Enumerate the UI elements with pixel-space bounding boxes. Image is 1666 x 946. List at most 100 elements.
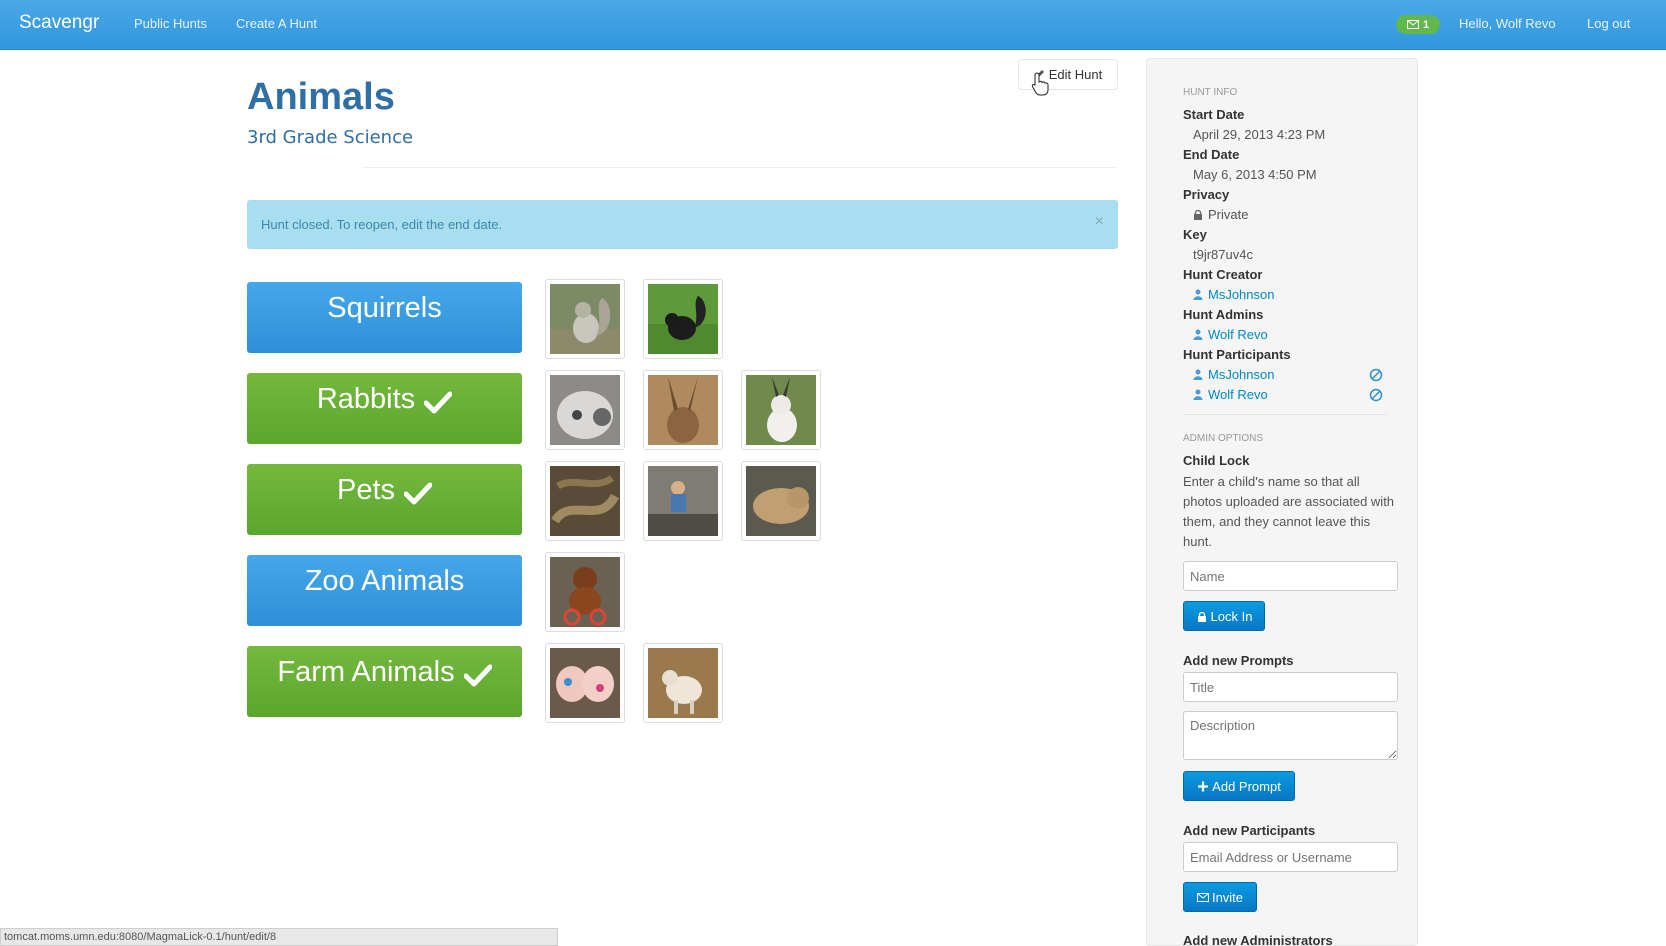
start-date-value: April 29, 2013 4:23 PM: [1193, 127, 1326, 142]
prompt-pets[interactable]: Pets: [247, 464, 522, 535]
hunt-info-header: HUNT INFO: [1183, 87, 1238, 98]
messages-badge[interactable]: 1: [1396, 15, 1440, 34]
prompt-label: Rabbits: [316, 383, 416, 415]
hand-cursor-icon: [1031, 72, 1049, 96]
participant-link[interactable]: MsJohnson: [1193, 367, 1274, 382]
envelope-icon: [1406, 20, 1419, 29]
top-navbar: Scavengr Public Hunts Create A Hunt 1 He…: [0, 0, 1666, 50]
rabbit-photo: [550, 375, 620, 445]
add-admins-label: Add new Administrators: [1183, 933, 1333, 946]
creator-name: MsJohnson: [1208, 287, 1275, 302]
prompt-label: Farm Animals: [277, 656, 455, 688]
hunt-closed-alert: Hunt closed. To reopen, edit the end dat…: [247, 200, 1118, 249]
photo-thumbnail[interactable]: [545, 461, 625, 541]
page-subtitle: 3rd Grade Science: [247, 127, 414, 148]
photo-thumbnail[interactable]: [643, 370, 723, 450]
rabbit-photo: [648, 375, 718, 445]
privacy-label: Privacy: [1183, 187, 1230, 202]
participant-name: MsJohnson: [1208, 367, 1275, 382]
lock-icon: [1194, 209, 1202, 220]
child-lock-help: Enter a child's name so that all photos …: [1183, 474, 1395, 549]
user-icon: [1193, 289, 1203, 300]
end-date-value: May 6, 2013 4:50 PM: [1193, 167, 1317, 182]
add-prompts-label: Add new Prompts: [1183, 653, 1294, 668]
remove-participant-icon[interactable]: [1369, 368, 1383, 382]
page-title: Animals: [247, 76, 395, 118]
plus-icon: [1198, 781, 1209, 791]
photo-thumbnail[interactable]: [545, 643, 625, 723]
add-prompt-button[interactable]: Add Prompt: [1183, 771, 1295, 801]
cat-photo: [746, 466, 816, 536]
edit-hunt-label: Edit Hunt: [1048, 67, 1103, 82]
admin-link[interactable]: Wolf Revo: [1193, 327, 1268, 342]
hunt-info-sidebar: HUNT INFO Start Date April 29, 2013 4:23…: [1146, 58, 1418, 946]
participant-link[interactable]: Wolf Revo: [1193, 387, 1268, 402]
photo-thumbnail[interactable]: [643, 643, 723, 723]
prompt-zoo-animals[interactable]: Zoo Animals: [247, 555, 522, 626]
close-icon[interactable]: ×: [1095, 213, 1104, 231]
prompt-farm-animals[interactable]: Farm Animals: [247, 646, 522, 717]
prompt-label: Squirrels: [327, 292, 442, 324]
end-date-label: End Date: [1183, 147, 1240, 162]
alligator-photo: [648, 466, 718, 536]
nav-create-hunt[interactable]: Create A Hunt: [236, 16, 317, 31]
photo-thumbnail[interactable]: [741, 461, 821, 541]
photo-thumbnail[interactable]: [643, 279, 723, 359]
prompt-label: Pets: [336, 474, 396, 506]
messages-count: 1: [1422, 18, 1430, 31]
remove-participant-icon[interactable]: [1369, 388, 1383, 402]
orangutan-photo: [550, 557, 620, 627]
lock-in-button[interactable]: Lock In: [1183, 601, 1265, 631]
creator-link[interactable]: MsJohnson: [1193, 287, 1274, 302]
prompt-squirrels[interactable]: Squirrels: [247, 282, 522, 353]
add-participants-label: Add new Participants: [1183, 823, 1316, 838]
admin-options-header: ADMIN OPTIONS: [1183, 433, 1264, 444]
participant-input[interactable]: [1183, 842, 1398, 872]
key-value: t9jr87uv4c: [1193, 247, 1253, 262]
browser-status-bar: tomcat.moms.umn.edu:8080/MagmaLick-0.1/h…: [0, 928, 558, 946]
start-date-label: Start Date: [1183, 107, 1245, 122]
creator-label: Hunt Creator: [1183, 267, 1263, 282]
prompt-rabbits[interactable]: Rabbits: [247, 373, 522, 444]
nav-public-hunts[interactable]: Public Hunts: [134, 16, 207, 31]
alert-message: Hunt closed. To reopen, edit the end dat…: [261, 217, 503, 232]
photo-thumbnail[interactable]: [545, 370, 625, 450]
lock-in-label: Lock In: [1210, 608, 1253, 624]
title-divider: [362, 167, 1117, 168]
pig-photo: [550, 648, 620, 718]
logout-link[interactable]: Log out: [1587, 16, 1630, 31]
key-label: Key: [1183, 227, 1207, 242]
participants-label: Hunt Participants: [1183, 347, 1291, 362]
admins-label: Hunt Admins: [1183, 307, 1264, 322]
brand-logo[interactable]: Scavengr: [19, 12, 99, 34]
squirrel-photo: [648, 284, 718, 354]
prompt-description-input[interactable]: [1183, 711, 1398, 760]
invite-label: Invite: [1211, 889, 1244, 905]
prompt-label: Zoo Animals: [304, 565, 465, 597]
user-icon: [1193, 389, 1203, 400]
user-icon: [1193, 369, 1203, 380]
photo-thumbnail[interactable]: [545, 279, 625, 359]
snake-photo: [550, 466, 620, 536]
goat-photo: [648, 648, 718, 718]
lock-icon: [1197, 611, 1206, 622]
prompt-title-input[interactable]: [1183, 672, 1398, 702]
privacy-value: Private: [1193, 207, 1248, 222]
child-name-input[interactable]: [1183, 561, 1398, 591]
photo-thumbnail[interactable]: [741, 370, 821, 450]
participant-name: Wolf Revo: [1208, 387, 1268, 402]
photo-thumbnail[interactable]: [545, 552, 625, 632]
child-lock-label: Child Lock: [1183, 453, 1250, 468]
add-prompt-label: Add Prompt: [1212, 778, 1281, 794]
rabbit-photo: [746, 375, 816, 445]
privacy-text: Private: [1208, 207, 1249, 222]
user-greeting[interactable]: Hello, Wolf Revo: [1459, 16, 1556, 31]
envelope-icon: [1196, 892, 1209, 902]
invite-button[interactable]: Invite: [1183, 882, 1257, 912]
photo-thumbnail[interactable]: [643, 461, 723, 541]
checkmark-icon: [403, 474, 433, 513]
sidebar-divider: [1183, 414, 1387, 415]
user-icon: [1193, 329, 1203, 340]
admin-name: Wolf Revo: [1208, 327, 1268, 342]
squirrel-photo: [550, 284, 620, 354]
